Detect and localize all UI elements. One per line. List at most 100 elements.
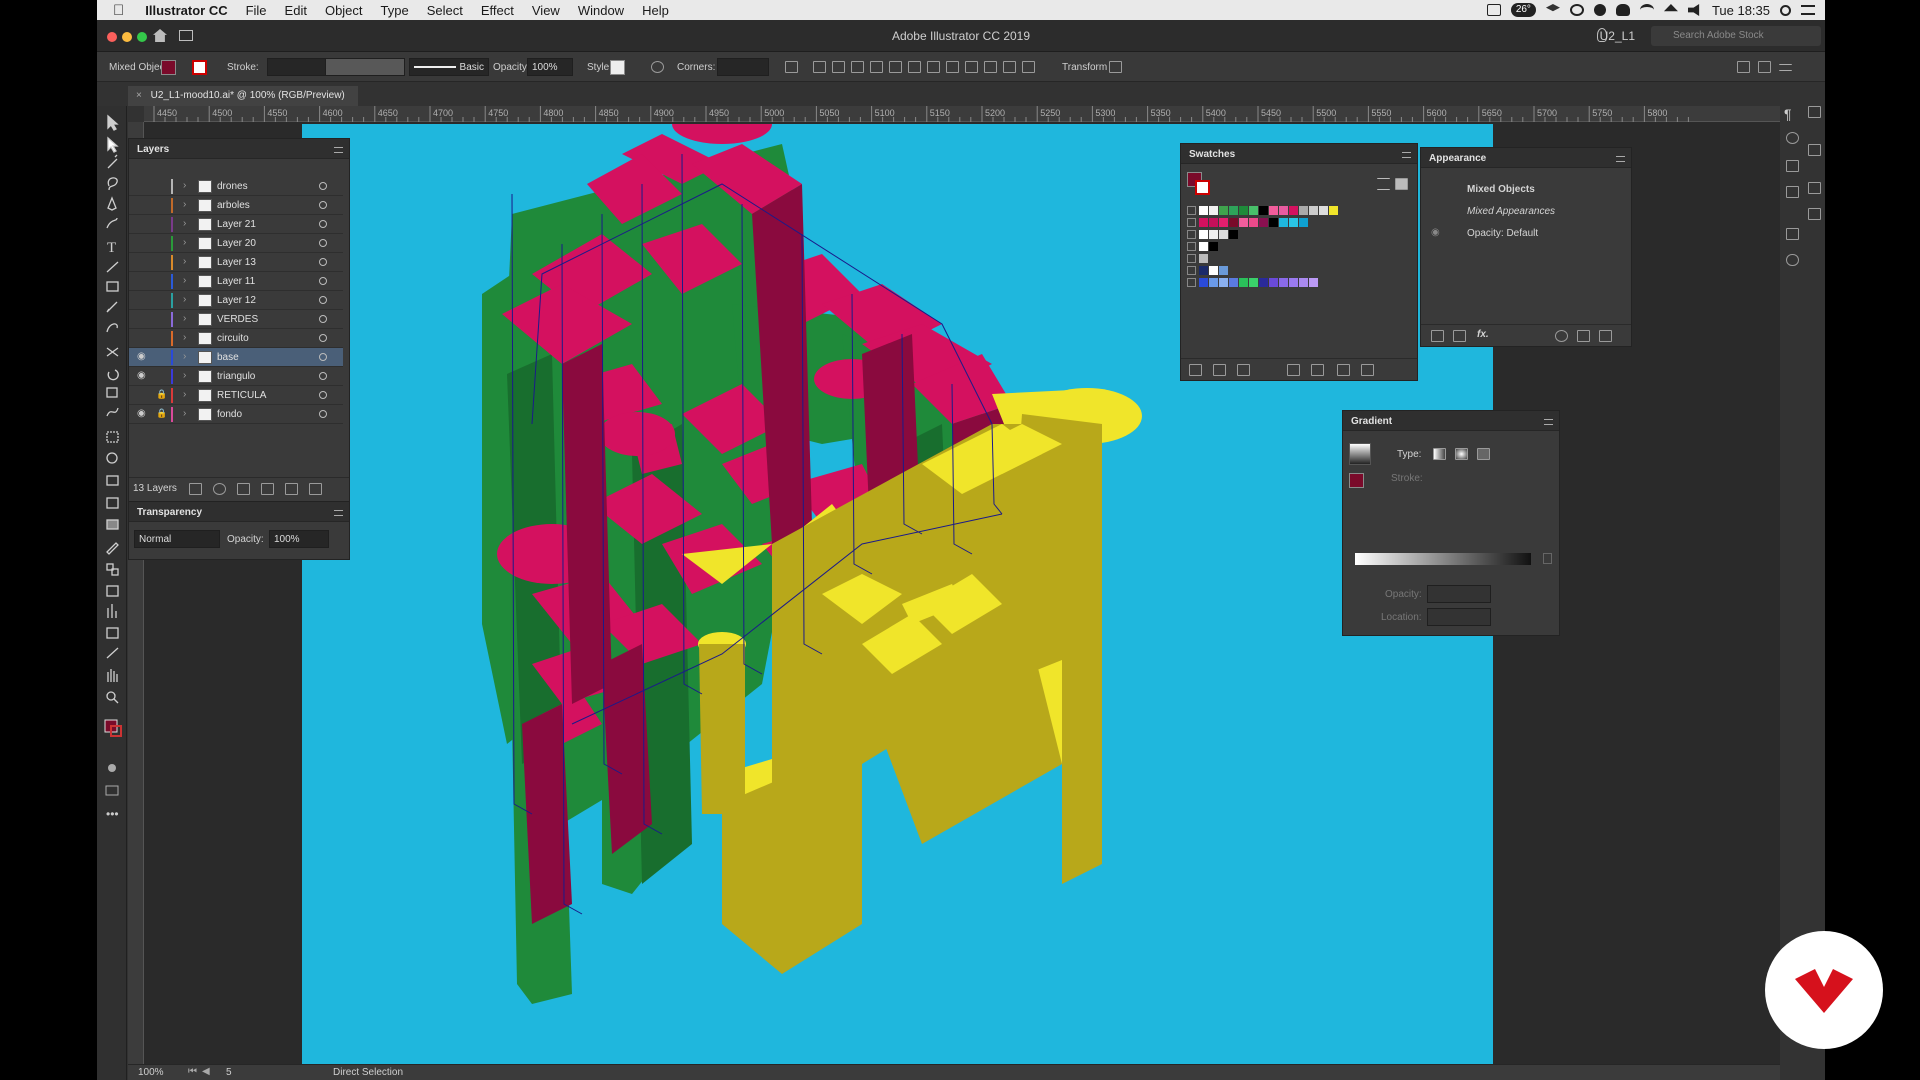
swatch-item[interactable] xyxy=(1259,218,1268,227)
opacity-visibility-eye-icon[interactable]: ◉ xyxy=(1431,227,1440,238)
artboards-panel-icon[interactable] xyxy=(1808,106,1821,118)
delete-swatch-icon[interactable] xyxy=(1361,364,1374,376)
distribute-center-icon[interactable] xyxy=(946,61,959,73)
delete-item-icon[interactable] xyxy=(1599,330,1612,342)
notification-center-icon[interactable] xyxy=(1801,5,1815,15)
swatch-stroke-indicator[interactable] xyxy=(1195,180,1210,195)
new-color-group-icon[interactable] xyxy=(1311,364,1324,376)
lock-icon[interactable]: 🔒 xyxy=(156,408,167,419)
stroke-weight-field[interactable] xyxy=(267,58,327,76)
target-circle-icon[interactable] xyxy=(319,315,327,323)
layer-name[interactable]: RETICULA xyxy=(217,390,266,401)
swatches-panel-menu-icon[interactable] xyxy=(1402,152,1411,158)
make-clipping-mask-icon[interactable] xyxy=(237,483,250,495)
gradient-delete-stop-icon[interactable] xyxy=(1543,553,1552,564)
layer-name[interactable]: VERDES xyxy=(217,314,258,325)
swatch-item[interactable] xyxy=(1279,218,1288,227)
distribute-right-icon[interactable] xyxy=(1022,61,1035,73)
swatch-item[interactable] xyxy=(1269,278,1278,287)
first-artboard-icon[interactable]: ⏮ xyxy=(188,1066,197,1077)
horizontal-ruler[interactable]: 4450 4500 4550 4600 4650 4700 4750 4800 4850 4900… xyxy=(144,106,1780,122)
swatch-item[interactable] xyxy=(1199,230,1208,239)
transparency-panel-title[interactable]: Transparency xyxy=(129,502,349,522)
volume-icon[interactable] xyxy=(1687,4,1700,16)
clock[interactable]: Tue 18:35 xyxy=(1712,3,1770,18)
expand-layer-chevron-icon[interactable]: › xyxy=(183,199,186,210)
expand-layer-chevron-icon[interactable]: › xyxy=(183,313,186,324)
previous-artboard-icon[interactable]: ◀ xyxy=(202,1066,210,1077)
gradient-fill-icon[interactable] xyxy=(1349,473,1364,488)
layer-row[interactable]: ◉ 🔒 › fondo xyxy=(129,405,343,424)
expand-layer-chevron-icon[interactable]: › xyxy=(183,256,186,267)
close-document-icon[interactable]: × xyxy=(136,90,142,101)
swatch-item[interactable] xyxy=(1219,278,1228,287)
target-circle-icon[interactable] xyxy=(319,220,327,228)
corners-field[interactable] xyxy=(717,58,769,76)
layer-row[interactable]: ◉ › base xyxy=(129,348,343,367)
swatch-item[interactable] xyxy=(1299,278,1308,287)
links-panel-icon[interactable] xyxy=(1786,254,1799,266)
layer-name[interactable]: fondo xyxy=(217,409,242,420)
swatch-item[interactable] xyxy=(1209,230,1218,239)
thumbnail-view-icon[interactable] xyxy=(1395,178,1408,190)
layer-row[interactable]: › Layer 13 xyxy=(129,253,343,272)
target-circle-icon[interactable] xyxy=(319,258,327,266)
swatch-item[interactable] xyxy=(1209,242,1218,251)
zoom-level-field[interactable]: 100% xyxy=(138,1067,164,1078)
align-right-icon[interactable] xyxy=(851,61,864,73)
list-view-icon[interactable] xyxy=(1377,178,1390,190)
layer-name[interactable]: arboles xyxy=(217,200,250,211)
align-bottom-icon[interactable] xyxy=(908,61,921,73)
add-effect-fx-button[interactable]: fx. xyxy=(1477,329,1489,340)
swatch-folder-icon[interactable] xyxy=(1187,278,1196,287)
recolor-artwork-icon[interactable] xyxy=(651,61,664,73)
target-circle-icon[interactable] xyxy=(319,334,327,342)
expand-layer-chevron-icon[interactable]: › xyxy=(183,237,186,248)
layers-panel-menu-icon[interactable] xyxy=(334,147,343,153)
freeform-gradient-icon[interactable] xyxy=(1477,448,1490,460)
swatch-libraries-icon[interactable] xyxy=(1189,364,1202,376)
arrange-icon[interactable] xyxy=(1737,61,1750,73)
creative-cloud-icon[interactable] xyxy=(1569,4,1584,16)
target-circle-icon[interactable] xyxy=(319,296,327,304)
lock-icon[interactable]: 🔒 xyxy=(156,389,167,400)
swatch-item[interactable] xyxy=(1239,218,1248,227)
layer-name[interactable]: triangulo xyxy=(217,371,255,382)
align-to-icon[interactable] xyxy=(785,61,798,73)
distribute-left-icon[interactable] xyxy=(984,61,997,73)
appearance-panel-title[interactable]: Appearance xyxy=(1421,148,1631,168)
character-panel-icon[interactable] xyxy=(1786,132,1799,144)
swatch-folder-icon[interactable] xyxy=(1187,218,1196,227)
collect-for-export-icon[interactable] xyxy=(189,483,202,495)
swatch-item[interactable] xyxy=(1299,206,1308,215)
distribute-top-icon[interactable] xyxy=(927,61,940,73)
clear-appearance-icon[interactable] xyxy=(1555,330,1568,342)
layer-name[interactable]: circuito xyxy=(217,333,249,344)
visibility-eye-icon[interactable]: ◉ xyxy=(137,370,146,381)
add-stroke-icon[interactable] xyxy=(1431,330,1444,342)
stroke-swatch[interactable] xyxy=(192,59,207,75)
gradient-panel-title[interactable]: Gradient xyxy=(1343,411,1559,431)
layers-dock-icon[interactable] xyxy=(1808,208,1821,220)
export-panel-icon[interactable] xyxy=(1786,228,1799,240)
transparency-panel-menu-icon[interactable] xyxy=(334,510,343,516)
cloud-icon[interactable] xyxy=(1615,4,1630,16)
menu-edit[interactable]: Edit xyxy=(276,3,316,18)
wifi-icon[interactable] xyxy=(1639,4,1654,16)
expand-layer-chevron-icon[interactable]: › xyxy=(183,351,186,362)
dropbox-icon[interactable] xyxy=(1545,4,1560,12)
swatch-item[interactable] xyxy=(1279,206,1288,215)
menu-effect[interactable]: Effect xyxy=(472,3,523,18)
expand-layer-chevron-icon[interactable]: › xyxy=(183,332,186,343)
swatch-item[interactable] xyxy=(1199,254,1208,263)
layer-row[interactable]: › Layer 11 xyxy=(129,272,343,291)
layer-name[interactable]: Layer 12 xyxy=(217,295,256,306)
opacity-field[interactable]: 100% xyxy=(527,58,573,76)
swatch-item[interactable] xyxy=(1229,218,1238,227)
expand-layer-chevron-icon[interactable]: › xyxy=(183,218,186,229)
swatch-item[interactable] xyxy=(1259,206,1268,215)
target-circle-icon[interactable] xyxy=(319,391,327,399)
swatch-folder-icon[interactable] xyxy=(1187,254,1196,263)
align-panel-icon[interactable] xyxy=(1808,144,1821,156)
swatch-kind-icon[interactable] xyxy=(1237,364,1250,376)
